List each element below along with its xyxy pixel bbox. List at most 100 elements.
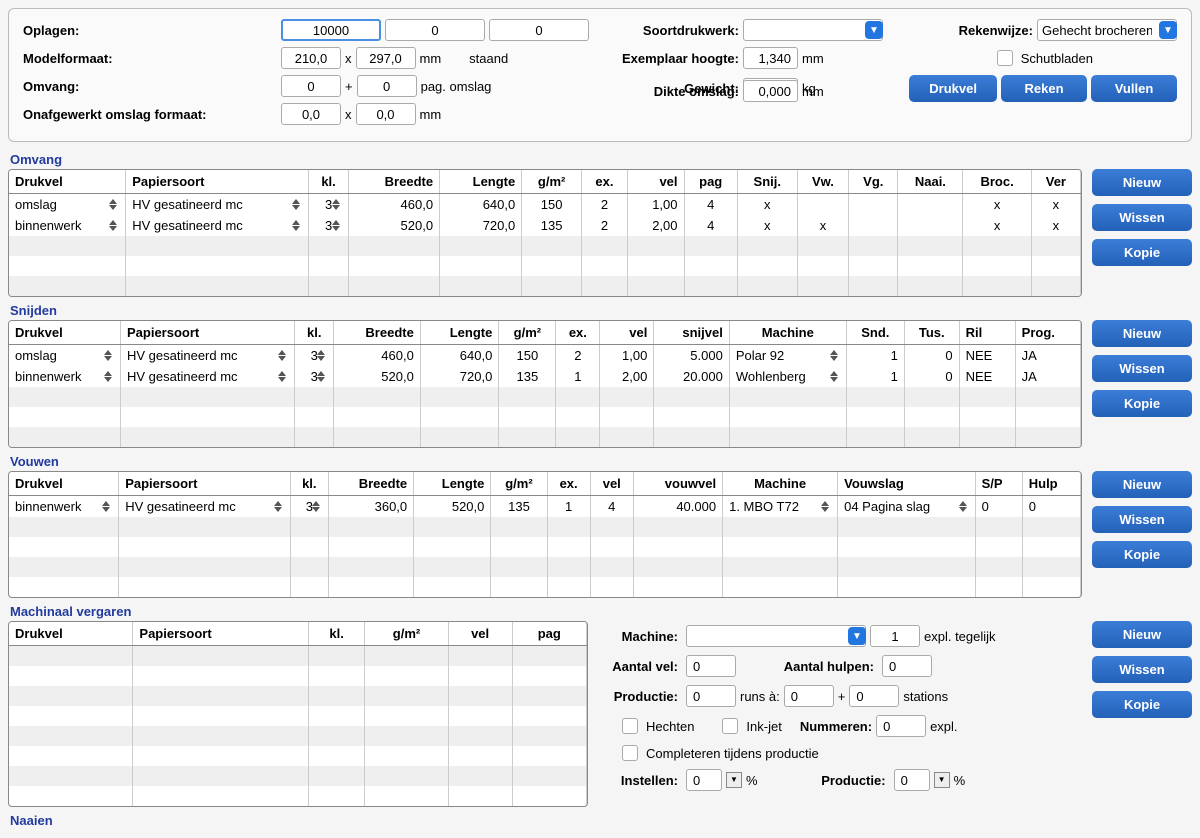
table-cell[interactable]: 04 Pagina slag <box>838 496 975 518</box>
table-cell: 460,0 <box>334 345 421 367</box>
oplagen-2-input[interactable] <box>385 19 485 41</box>
snijden-nieuw-button[interactable]: Nieuw <box>1092 320 1192 347</box>
mv-completeren-checkbox[interactable] <box>622 745 638 761</box>
omvang-nieuw-button[interactable]: Nieuw <box>1092 169 1192 196</box>
mv-instellen-input[interactable] <box>686 769 722 791</box>
cell-select[interactable]: 3 <box>315 218 343 233</box>
table-cell[interactable]: HV gesatineerd mc <box>126 194 309 216</box>
vouwen-nieuw-button[interactable]: Nieuw <box>1092 471 1192 498</box>
cell-select[interactable]: 04 Pagina slag <box>844 499 968 514</box>
cell-select[interactable]: 3 <box>315 197 343 212</box>
mv-productie-input[interactable] <box>686 685 736 707</box>
mv-nieuw-button[interactable]: Nieuw <box>1092 621 1192 648</box>
table-cell[interactable]: Wohlenberg <box>729 366 846 387</box>
table-cell[interactable]: binnenwerk <box>9 366 121 387</box>
schutbladen-checkbox[interactable] <box>997 50 1013 66</box>
cell-select[interactable]: binnenwerk <box>15 499 112 514</box>
exemplaar-input[interactable] <box>743 47 798 69</box>
soortdrukwerk-select[interactable] <box>743 19 883 41</box>
cell-select[interactable]: 3 <box>301 348 327 363</box>
modelformaat-width-input[interactable] <box>281 47 341 69</box>
table-cell <box>308 256 349 276</box>
cell-select[interactable]: 3 <box>301 369 327 384</box>
vouwen-wissen-button[interactable]: Wissen <box>1092 506 1192 533</box>
mv-aantal-vel-input[interactable] <box>686 655 736 677</box>
omvang-kopie-button[interactable]: Kopie <box>1092 239 1192 266</box>
table-cell <box>512 766 586 786</box>
omvang-1-input[interactable] <box>281 75 341 97</box>
omvang-2-input[interactable] <box>357 75 417 97</box>
mv-stations-input[interactable] <box>849 685 899 707</box>
col-header: Papiersoort <box>119 472 291 496</box>
table-row[interactable]: binnenwerkHV gesatineerd mc3360,0520,013… <box>9 496 1081 518</box>
omvang-wissen-button[interactable]: Wissen <box>1092 204 1192 231</box>
reken-button[interactable]: Reken <box>1001 75 1087 102</box>
dikte-input[interactable] <box>743 80 798 102</box>
oplagen-3-input[interactable] <box>489 19 589 41</box>
modelformaat-height-input[interactable] <box>356 47 416 69</box>
table-cell <box>9 427 121 447</box>
vullen-button[interactable]: Vullen <box>1091 75 1177 102</box>
mv-instellen-stepper[interactable] <box>726 772 742 788</box>
cell-select[interactable]: HV gesatineerd mc <box>132 218 302 233</box>
cell-select[interactable]: Wohlenberg <box>736 369 840 384</box>
cell-select[interactable]: omslag <box>15 348 114 363</box>
table-cell <box>9 726 133 746</box>
table-cell: 460,0 <box>349 194 440 216</box>
table-cell[interactable]: 3 <box>290 496 328 518</box>
table-cell <box>328 537 413 557</box>
dikte-unit: mm <box>802 84 824 99</box>
vouwen-kopie-button[interactable]: Kopie <box>1092 541 1192 568</box>
cell-select[interactable]: HV gesatineerd mc <box>125 499 284 514</box>
table-cell[interactable]: omslag <box>9 345 121 367</box>
table-cell[interactable]: HV gesatineerd mc <box>126 215 309 236</box>
cell-select[interactable]: HV gesatineerd mc <box>127 369 288 384</box>
mv-machine-select[interactable] <box>686 625 866 647</box>
mv-kopie-button[interactable]: Kopie <box>1092 691 1192 718</box>
table-row[interactable]: binnenwerkHV gesatineerd mc3520,0720,013… <box>9 366 1081 387</box>
cell-select[interactable]: HV gesatineerd mc <box>132 197 302 212</box>
mv-runs-input[interactable] <box>784 685 834 707</box>
cell-select[interactable]: binnenwerk <box>15 369 114 384</box>
onaf-width-input[interactable] <box>281 103 341 125</box>
table-cell[interactable]: HV gesatineerd mc <box>121 345 295 367</box>
snijden-wissen-button[interactable]: Wissen <box>1092 355 1192 382</box>
table-row[interactable]: omslagHV gesatineerd mc3460,0640,015021,… <box>9 194 1081 216</box>
table-cell[interactable]: binnenwerk <box>9 215 126 236</box>
table-cell[interactable]: 3 <box>295 345 334 367</box>
table-cell[interactable]: omslag <box>9 194 126 216</box>
table-row[interactable]: binnenwerkHV gesatineerd mc3520,0720,013… <box>9 215 1081 236</box>
mv-expl-tegelijk-input[interactable] <box>870 625 920 647</box>
cell-select[interactable]: 3 <box>297 499 322 514</box>
cell-select[interactable]: HV gesatineerd mc <box>127 348 288 363</box>
snijden-kopie-button[interactable]: Kopie <box>1092 390 1192 417</box>
oplagen-1-input[interactable] <box>281 19 381 41</box>
cell-select[interactable]: 1. MBO T72 <box>729 499 831 514</box>
mv-inkjet-checkbox[interactable] <box>722 718 738 734</box>
mv-productie2-stepper[interactable] <box>934 772 950 788</box>
table-cell[interactable]: 3 <box>308 194 349 216</box>
mv-section: DrukvelPapiersoortkl.g/m²velpag Machine:… <box>8 621 1192 807</box>
cell-select[interactable]: Polar 92 <box>736 348 840 363</box>
drukvel-button[interactable]: Drukvel <box>909 75 997 102</box>
mv-wissen-button[interactable]: Wissen <box>1092 656 1192 683</box>
table-row[interactable]: omslagHV gesatineerd mc3460,0640,015021,… <box>9 345 1081 367</box>
table-cell <box>1022 577 1080 597</box>
table-cell[interactable]: binnenwerk <box>9 496 119 518</box>
table-cell[interactable]: HV gesatineerd mc <box>119 496 291 518</box>
table-cell[interactable]: HV gesatineerd mc <box>121 366 295 387</box>
table-cell <box>365 746 448 766</box>
table-cell <box>846 407 904 427</box>
cell-select[interactable]: omslag <box>15 197 119 212</box>
table-cell[interactable]: 1. MBO T72 <box>723 496 838 518</box>
mv-hechten-checkbox[interactable] <box>622 718 638 734</box>
table-cell[interactable]: Polar 92 <box>729 345 846 367</box>
cell-select[interactable]: binnenwerk <box>15 218 119 233</box>
mv-productie2-input[interactable] <box>894 769 930 791</box>
table-cell[interactable]: 3 <box>308 215 349 236</box>
onaf-height-input[interactable] <box>356 103 416 125</box>
table-cell[interactable]: 3 <box>295 366 334 387</box>
rekenwijze-select[interactable]: Gehecht brocheren <box>1037 19 1177 41</box>
mv-aantal-hulpen-input[interactable] <box>882 655 932 677</box>
mv-nummeren-input[interactable] <box>876 715 926 737</box>
